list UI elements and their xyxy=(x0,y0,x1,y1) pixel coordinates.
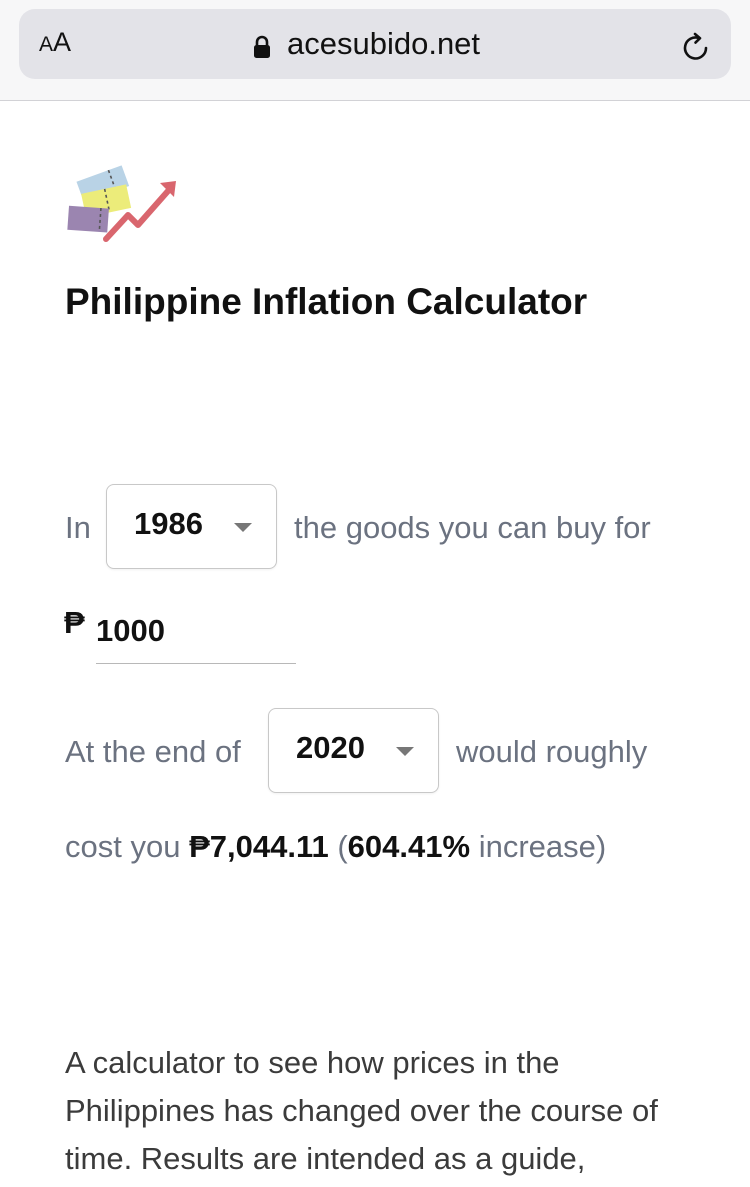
end-year-select[interactable]: 2020 xyxy=(268,708,439,793)
amount-input[interactable] xyxy=(96,599,296,664)
inflation-logo-icon[interactable] xyxy=(64,163,180,243)
reload-icon[interactable] xyxy=(679,31,713,65)
reader-options-button[interactable]: AA xyxy=(39,27,71,58)
page-title: Philippine Inflation Calculator xyxy=(65,281,588,322)
lock-icon xyxy=(254,35,270,58)
result-line: cost you ₱7,044.11 (604.41% increase) xyxy=(65,829,606,865)
end-year-value: 2020 xyxy=(296,730,365,765)
paren-open: ( xyxy=(337,829,348,864)
start-year-value: 1986 xyxy=(134,506,203,541)
address-bar[interactable]: AA acesubido.net xyxy=(19,9,731,79)
cost-you-text: cost you xyxy=(65,829,181,864)
result-amount: ₱7,044.11 xyxy=(189,829,329,864)
currency-symbol: ₱ xyxy=(64,605,85,640)
browser-toolbar: AA acesubido.net xyxy=(0,0,750,101)
description-paragraph: A calculator to see how prices in the Ph… xyxy=(65,1045,658,1176)
page-content: Philippine Inflation Calculator In 1986 … xyxy=(0,101,750,1187)
url-text[interactable]: acesubido.net xyxy=(287,26,480,62)
increase-text: increase) xyxy=(478,829,607,864)
goods-text: the goods you can buy for xyxy=(294,510,651,545)
end-of-label: At the end of xyxy=(65,734,241,769)
chevron-down-icon xyxy=(396,747,414,756)
would-roughly-text: would roughly xyxy=(456,734,648,769)
in-label: In xyxy=(65,510,91,545)
chevron-down-icon xyxy=(234,523,252,532)
start-year-select[interactable]: 1986 xyxy=(106,484,277,569)
percent-increase: 604.41% xyxy=(347,829,471,864)
